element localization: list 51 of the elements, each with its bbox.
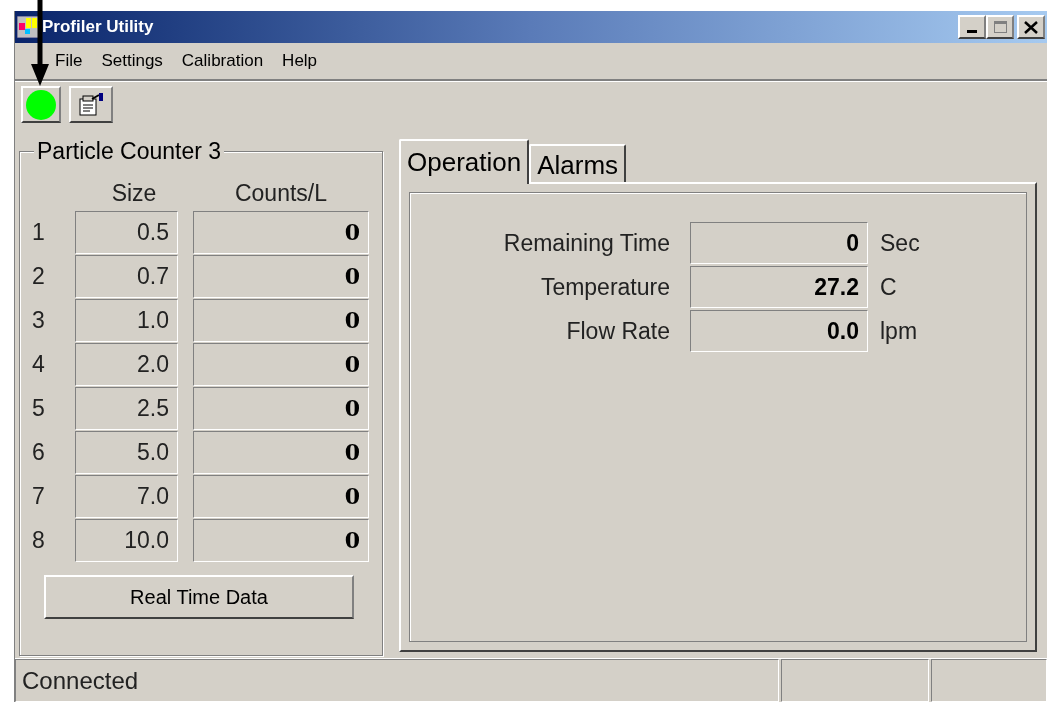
tab[interactable]: Alarms bbox=[529, 144, 627, 182]
size-field: 2.5 bbox=[75, 386, 178, 430]
menu-item[interactable]: Help bbox=[282, 48, 318, 74]
size-field: 10.0 bbox=[75, 518, 178, 562]
size-field: 5.0 bbox=[75, 430, 178, 474]
minimize-button[interactable] bbox=[958, 15, 986, 39]
count-field: 0 bbox=[193, 474, 369, 518]
row-number: 6 bbox=[31, 437, 46, 467]
menu-item[interactable]: Calibration bbox=[181, 48, 264, 74]
close-icon bbox=[1024, 20, 1038, 34]
count-field: 0 bbox=[193, 342, 369, 386]
reading-field: 0.0 bbox=[690, 310, 868, 352]
size-field: 0.7 bbox=[75, 254, 178, 298]
row-number: 5 bbox=[31, 393, 46, 423]
properties-button[interactable] bbox=[69, 86, 113, 123]
window-title: Profiler Utility bbox=[42, 16, 154, 39]
size-field: 2.0 bbox=[75, 342, 178, 386]
reading-field: 0 bbox=[690, 222, 868, 264]
count-field: 0 bbox=[193, 430, 369, 474]
row-number: 4 bbox=[31, 349, 46, 379]
unit-label: C bbox=[880, 272, 897, 302]
row-number: 3 bbox=[31, 305, 46, 335]
reading-field: 27.2 bbox=[690, 266, 868, 308]
count-field: 0 bbox=[193, 210, 369, 254]
properties-icon bbox=[78, 92, 104, 117]
unit-label: Sec bbox=[880, 228, 920, 258]
app-icon bbox=[17, 16, 39, 38]
tab[interactable]: Operation bbox=[399, 139, 530, 184]
count-field: 0 bbox=[193, 254, 369, 298]
unit-label: lpm bbox=[880, 316, 918, 346]
status-text: Connected bbox=[15, 659, 779, 702]
reading-label: Temperature bbox=[539, 272, 671, 302]
menu-item[interactable]: Settings bbox=[101, 48, 163, 74]
row-number: 7 bbox=[31, 481, 46, 511]
size-field: 0.5 bbox=[75, 210, 178, 254]
count-field: 0 bbox=[193, 386, 369, 430]
maximize-button[interactable] bbox=[986, 15, 1014, 39]
column-header: Counts/L bbox=[233, 178, 329, 208]
row-number: 2 bbox=[31, 261, 46, 291]
size-field: 7.0 bbox=[75, 474, 178, 518]
row-number: 8 bbox=[31, 525, 46, 555]
reading-label: Remaining Time bbox=[502, 228, 671, 258]
size-field: 1.0 bbox=[75, 298, 178, 342]
menu-item[interactable]: File bbox=[55, 48, 83, 74]
count-field: 0 bbox=[193, 518, 369, 562]
close-button[interactable] bbox=[1017, 15, 1045, 39]
count-field: 0 bbox=[193, 298, 369, 342]
column-header: Size bbox=[110, 178, 158, 208]
reading-label: Flow Rate bbox=[565, 316, 671, 346]
real-time-data-button[interactable]: Real Time Data bbox=[44, 575, 354, 619]
row-number: 1 bbox=[31, 217, 46, 247]
